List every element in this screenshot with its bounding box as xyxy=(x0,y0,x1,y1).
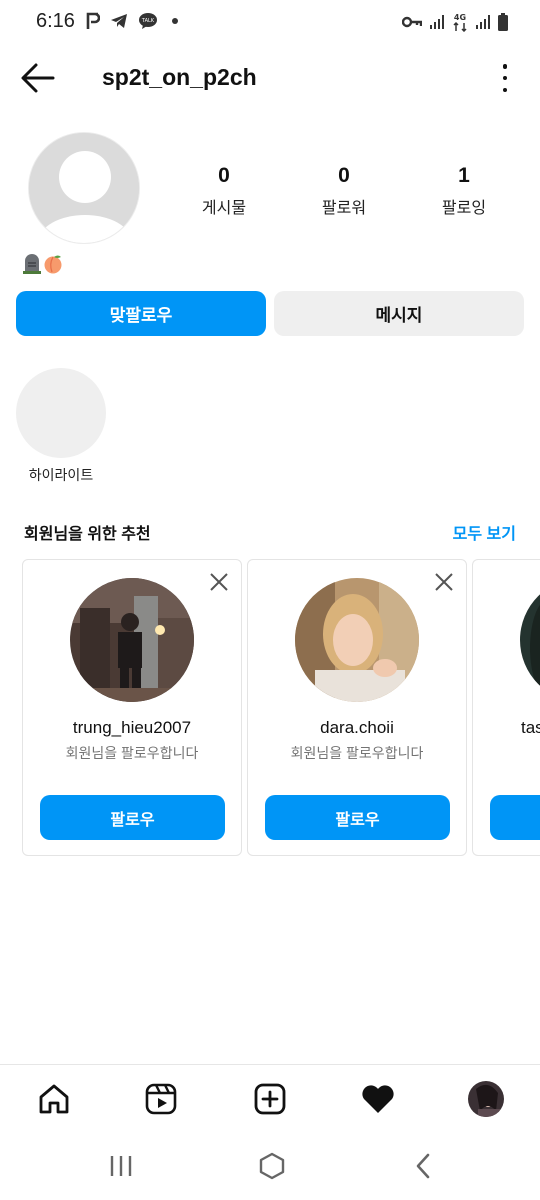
home-button[interactable] xyxy=(258,1152,286,1180)
suggestion-card[interactable]: trung_hieu2007 회원님을 팔로우합니다 팔로우 xyxy=(22,559,242,856)
suggestion-card[interactable]: dara.choii 회원님을 팔로우합니다 팔로우 xyxy=(247,559,467,856)
dismiss-button[interactable] xyxy=(434,572,454,592)
arrow-left-icon xyxy=(21,63,55,93)
follow-back-button[interactable]: 맞팔로우 xyxy=(16,291,266,336)
nav-home[interactable] xyxy=(36,1081,72,1117)
p-app-icon xyxy=(86,12,100,29)
stat-following[interactable]: 1 팔로잉 xyxy=(404,164,524,218)
status-time: 6:16 xyxy=(36,10,75,32)
home-icon xyxy=(39,1084,69,1114)
peach-emoji xyxy=(44,255,62,274)
more-notifications-dot xyxy=(172,18,178,24)
stat-posts[interactable]: 0 게시물 xyxy=(164,164,284,218)
default-avatar-icon xyxy=(29,133,139,243)
highlight-circle xyxy=(16,368,106,458)
profile-stats: 0 게시물 0 팔로워 1 팔로잉 xyxy=(164,164,524,218)
follow-button[interactable] xyxy=(490,795,540,840)
bottom-navigation xyxy=(0,1064,540,1132)
close-icon xyxy=(210,573,228,591)
suggestions-title: 회원님을 위한 추천 xyxy=(24,526,151,543)
notification-icons: TALK xyxy=(86,12,178,30)
story-highlight[interactable]: 하이라이트 xyxy=(16,368,106,485)
headstone-emoji xyxy=(23,254,41,274)
stat-label: 게시물 xyxy=(201,200,247,217)
suggestion-username: dara.choii xyxy=(320,718,394,737)
stat-value: 1 xyxy=(458,164,470,187)
suggestion-card[interactable]: tas xyxy=(472,559,540,856)
follow-button[interactable]: 팔로우 xyxy=(40,795,225,840)
recent-apps-button[interactable] xyxy=(108,1154,134,1178)
back-button[interactable] xyxy=(20,60,60,96)
highlight-label: 하이라이트 xyxy=(28,467,94,483)
telegram-icon xyxy=(111,14,127,28)
profile-header: sp2t_on_p2ch xyxy=(0,50,540,106)
stat-value: 0 xyxy=(338,164,350,187)
close-icon xyxy=(435,573,453,591)
profile-bio xyxy=(23,254,63,274)
nav-profile[interactable] xyxy=(468,1081,504,1117)
more-options-button[interactable] xyxy=(500,64,510,92)
dismiss-button[interactable] xyxy=(209,572,229,592)
activity-heart-icon xyxy=(362,1085,394,1113)
create-icon xyxy=(254,1083,286,1115)
signal-icon xyxy=(430,15,444,29)
stat-label: 팔로워 xyxy=(321,200,367,217)
vpn-key-icon xyxy=(402,16,422,28)
suggestion-subtitle: 회원님을 팔로우합니다 xyxy=(290,745,424,761)
stat-value: 0 xyxy=(218,164,230,187)
suggestion-avatar[interactable] xyxy=(70,578,194,702)
back-nav-button[interactable] xyxy=(412,1152,436,1180)
follow-button[interactable]: 팔로우 xyxy=(265,795,450,840)
suggestion-avatar[interactable] xyxy=(295,578,419,702)
profile-avatar[interactable] xyxy=(28,132,140,244)
user-photo xyxy=(295,578,419,702)
profile-page: 6:16 TALK 4G sp2t_on_p2ch 0 게시물 0 팔로워 1 … xyxy=(0,0,540,1200)
nav-reels[interactable] xyxy=(143,1081,179,1117)
recent-apps-icon xyxy=(110,1156,132,1176)
battery-icon xyxy=(498,13,508,31)
suggestion-username: trung_hieu2007 xyxy=(72,718,192,737)
user-photo xyxy=(70,578,194,702)
more-vertical-icon xyxy=(502,64,508,69)
signal-icon-2 xyxy=(476,15,490,29)
suggestion-avatar[interactable] xyxy=(520,578,540,702)
stat-label: 팔로잉 xyxy=(441,200,487,217)
nav-create[interactable] xyxy=(252,1081,288,1117)
talk-icon: TALK xyxy=(139,13,157,29)
suggestion-username: tas xyxy=(521,718,540,737)
reels-icon xyxy=(145,1083,177,1115)
profile-avatar-icon xyxy=(468,1081,504,1117)
home-hexagon-icon xyxy=(259,1152,285,1180)
user-photo xyxy=(520,578,540,702)
suggestion-subtitle: 회원님을 팔로우합니다 xyxy=(65,745,199,761)
see-all-link[interactable]: 모두 보기 xyxy=(453,520,516,544)
system-icons: 4G xyxy=(402,12,508,32)
profile-actions: 맞팔로우 메시지 xyxy=(16,291,524,336)
profile-username: sp2t_on_p2ch xyxy=(102,64,257,90)
system-navigation xyxy=(0,1132,540,1200)
status-bar: 6:16 TALK 4G xyxy=(0,0,540,44)
nav-activity[interactable] xyxy=(360,1081,396,1117)
message-button[interactable]: 메시지 xyxy=(274,291,524,336)
svg-text:TALK: TALK xyxy=(141,18,155,24)
chevron-left-icon xyxy=(416,1153,430,1179)
stat-followers[interactable]: 0 팔로워 xyxy=(284,164,404,218)
network-label: 4G xyxy=(454,13,466,22)
network-4g-icon: 4G xyxy=(453,13,467,32)
